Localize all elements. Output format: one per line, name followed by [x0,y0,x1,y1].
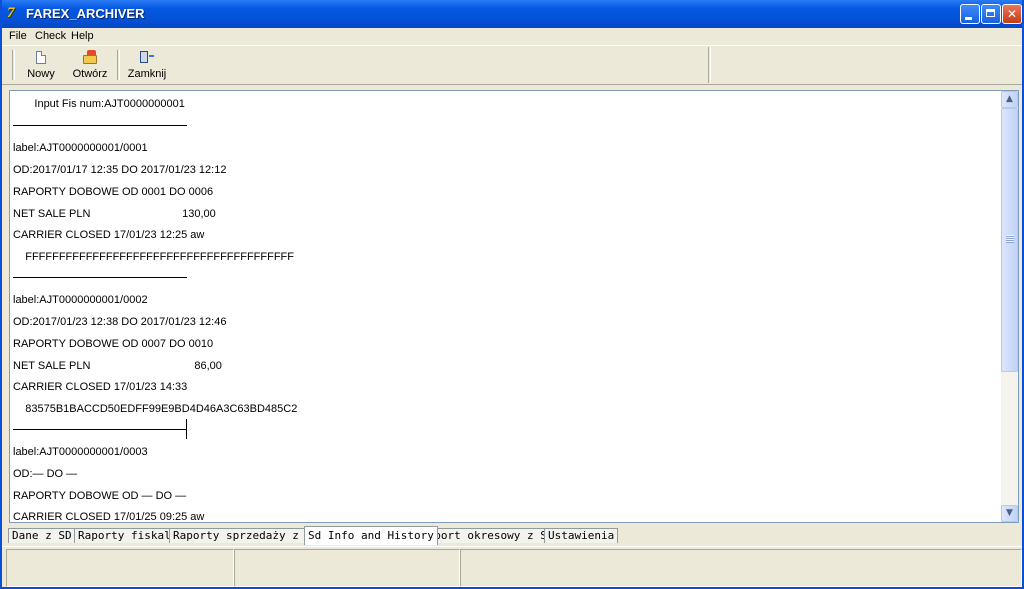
input-fis-line: Input Fis num:AJT0000000001 [13,98,185,110]
toolbar-grip[interactable] [12,50,15,80]
tab-dane-z-sd[interactable]: Dane z SD [8,528,76,543]
record-net-sale: NET SALE PLN 130,00 [13,208,216,220]
record-label: label:AJT0000000001/0003 [13,446,148,458]
exit-door-icon [140,51,154,63]
tab-ustawienia[interactable]: Ustawienia [544,528,619,543]
record-hash: 83575B1BACCD50EDFF99E9BD4D46A3C63BD485C2 [13,403,298,415]
record-carrier-closed: CARRIER CLOSED 17/01/25 09:25 aw [13,511,205,522]
record-reports: RAPORTY DOBOWE OD 0007 DO 0010 [13,338,214,350]
tab-raporty-sprzedazy[interactable]: Raporty sprzedaży z SD [169,528,323,543]
new-document-icon [36,51,46,64]
record-period: OD:— DO — [13,468,78,480]
main-window: 7 FAREX_ARCHIVER ✕ File Check Help Nowy … [0,0,1024,589]
record-reports: RAPORTY DOBOWE OD — DO — [13,490,187,502]
open-button-label: Otwórz [72,68,108,80]
record-reports: RAPORTY DOBOWE OD 0001 DO 0006 [13,186,214,198]
close-icon: ✕ [1006,7,1018,21]
record-period: OD:2017/01/17 12:35 DO 2017/01/23 12:12 [13,164,227,176]
separator-line [13,429,187,430]
close-button-label: Zamknij [127,68,167,80]
status-panel-2 [234,549,460,587]
record-hash: FFFFFFFFFFFFFFFFFFFFFFFFFFFFFFFFFFFFFFFF [13,251,294,263]
scrollbar-thumb[interactable] [1001,108,1018,372]
grip-icon [1006,235,1014,243]
open-folder-icon [83,50,97,64]
minimize-button[interactable] [960,4,980,24]
record-carrier-closed: CARRIER CLOSED 17/01/23 12:25 aw [13,229,205,241]
maximize-button[interactable] [981,4,1001,24]
scroll-down-arrow-icon: ▼ [1006,508,1013,518]
menu-check[interactable]: Check [35,29,66,44]
tab-raport-okresowy[interactable]: Raport okresowy z SD [417,528,558,543]
open-button[interactable]: Otwórz [66,49,114,83]
toolbar-separator [117,50,120,80]
close-button[interactable]: Zamknij [122,49,172,83]
record-label: label:AJT0000000001/0002 [13,294,148,306]
farex-app-icon[interactable]: 7 [7,5,23,21]
separator-line [13,277,187,278]
toolbar-divider [708,47,711,83]
separator-line [13,125,187,126]
tab-bar: Dane z SD Raporty fiskalne Raporty sprze… [2,525,1022,545]
info-history-text-panel[interactable]: Input Fis num:AJT0000000001 label:AJT000… [9,90,1019,523]
close-window-button[interactable]: ✕ [1002,4,1022,24]
record-label: label:AJT0000000001/0001 [13,142,148,154]
status-bar [2,546,1022,587]
window-title: FAREX_ARCHIVER [26,6,145,21]
minimize-icon [961,5,979,23]
info-history-text[interactable]: Input Fis num:AJT0000000001 label:AJT000… [10,91,1001,522]
status-panel-1 [6,549,234,587]
scroll-down-button[interactable]: ▼ [1001,505,1018,522]
maximize-icon [982,5,1000,23]
tab-sd-info-history[interactable]: Sd Info and History [304,526,438,545]
text-caret [186,419,187,439]
record-net-sale: NET SALE PLN 86,00 [13,360,222,372]
new-button-label: Nowy [27,68,55,80]
status-panel-3 [460,549,1022,587]
new-button[interactable]: Nowy [20,49,62,83]
menu-help[interactable]: Help [71,29,94,44]
vertical-scrollbar[interactable]: ▲ ▼ [1001,91,1018,522]
toolbar: Nowy Otwórz Zamknij [2,45,1022,85]
scroll-up-arrow-icon: ▲ [1006,94,1013,104]
scroll-up-button[interactable]: ▲ [1001,91,1018,108]
menu-file[interactable]: File [9,29,27,44]
title-bar[interactable]: 7 FAREX_ARCHIVER ✕ [2,0,1022,28]
record-carrier-closed: CARRIER CLOSED 17/01/23 14:33 [13,381,188,393]
menu-bar: File Check Help [2,28,1022,45]
record-period: OD:2017/01/23 12:38 DO 2017/01/23 12:46 [13,316,227,328]
